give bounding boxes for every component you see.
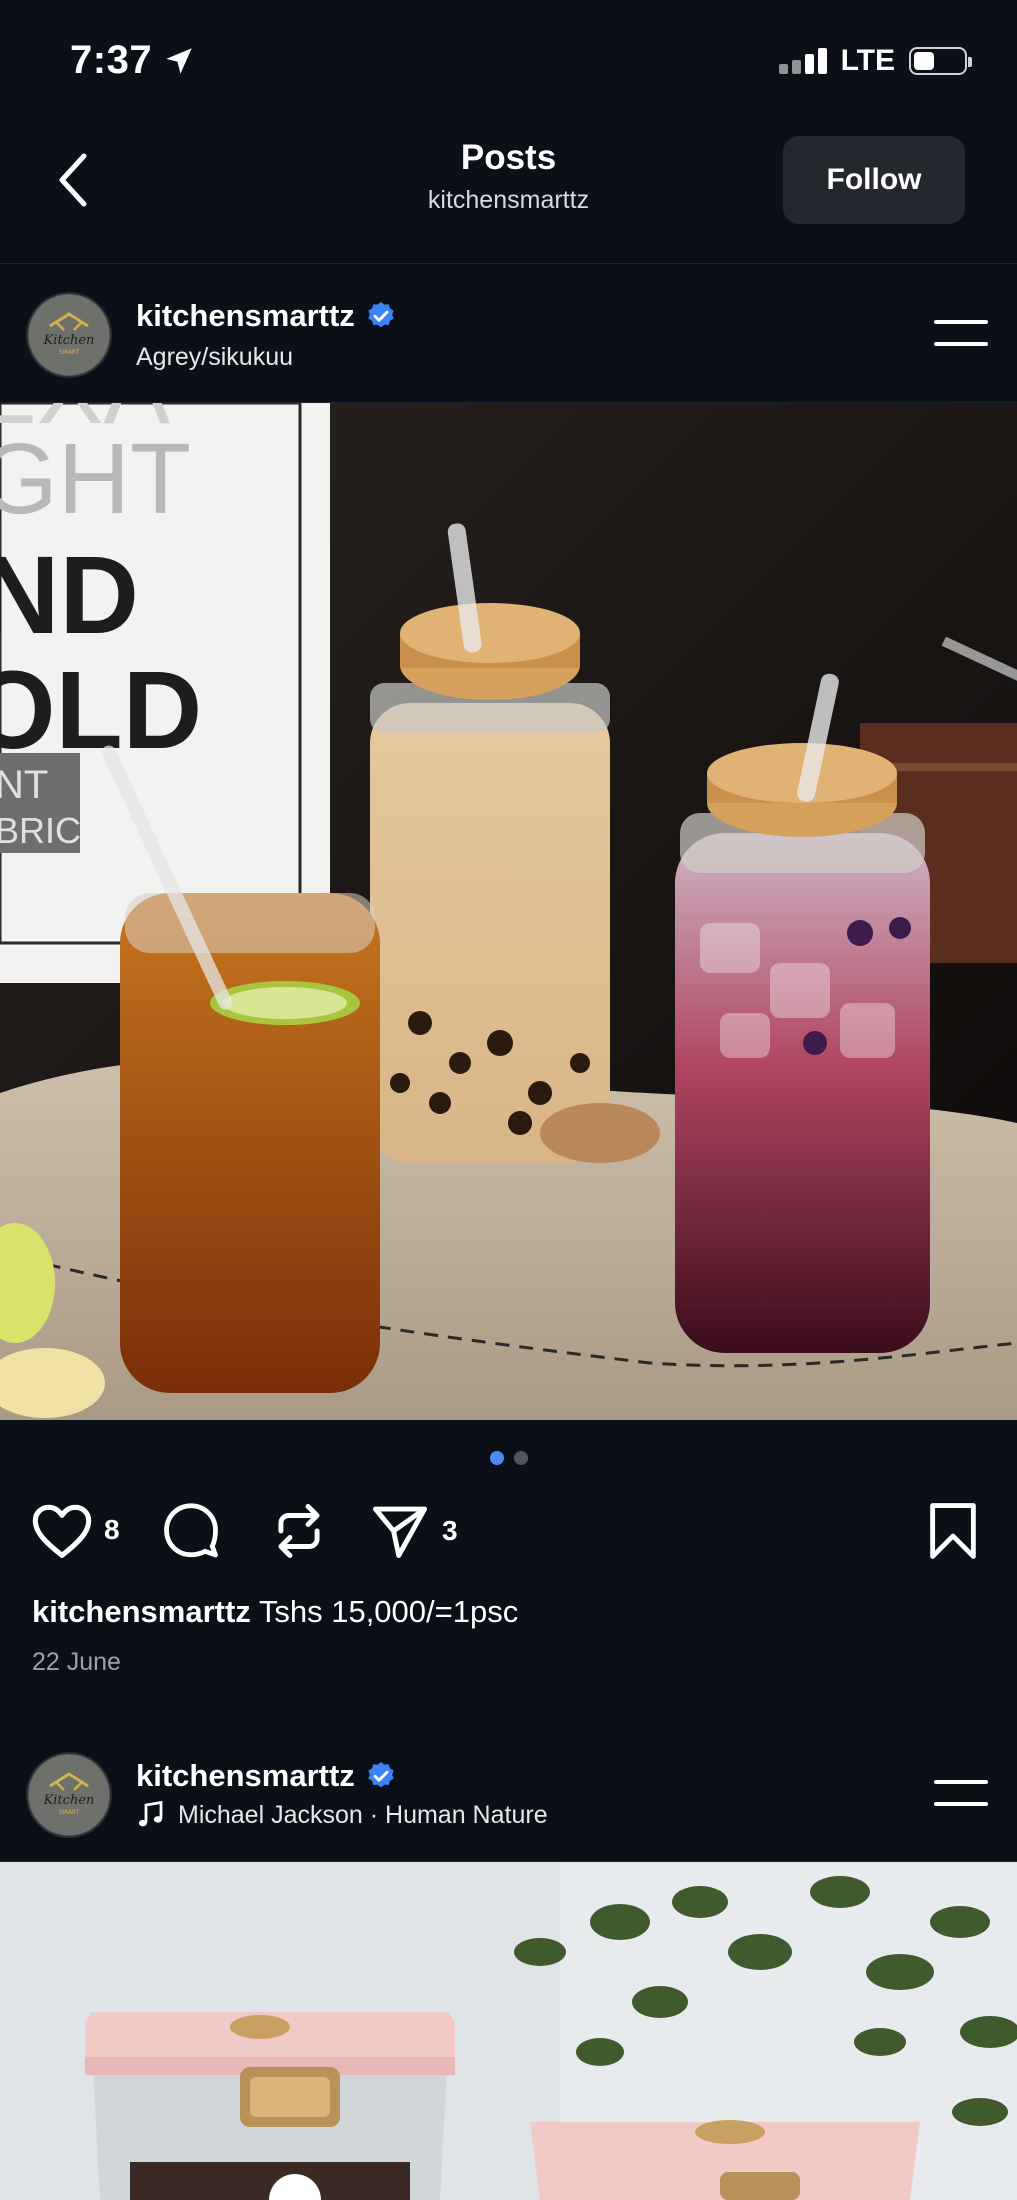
post-menu-icon[interactable] <box>934 1780 988 1810</box>
sign-text-3: ND <box>0 534 139 657</box>
caption-text: Tshs 15,000/=1psc <box>258 1594 519 1629</box>
svg-text:Kitchen: Kitchen <box>43 333 95 348</box>
drinks-photo: EXA GHT ND OLD NT BRIC <box>0 403 1017 1420</box>
post-date: 22 June <box>32 1648 121 1676</box>
sign-text-5: NT <box>0 763 48 807</box>
svg-text:Kitchen: Kitchen <box>43 1793 95 1808</box>
post-username[interactable]: kitchensmarttz <box>136 298 397 334</box>
post-image[interactable]: EXA GHT ND OLD NT BRIC <box>0 403 1017 1420</box>
svg-text:SMART: SMART <box>59 349 80 356</box>
bookmark-icon <box>930 1503 976 1559</box>
battery-icon <box>909 47 972 75</box>
carousel-dot-active <box>489 1451 504 1465</box>
network-label: LTE <box>840 44 895 77</box>
header-divider <box>0 263 1017 264</box>
post-menu-icon[interactable] <box>934 320 988 350</box>
post-music[interactable]: Michael Jackson · Human Nature <box>136 1800 548 1830</box>
status-time: 7:37 <box>70 38 196 83</box>
repost-icon <box>278 1504 320 1558</box>
signal-icon <box>778 48 827 74</box>
post-caption: kitchensmarttz Tshs 15,000/=1psc <box>32 1594 518 1630</box>
avatar[interactable]: Kitchen SMART <box>28 1754 110 1836</box>
svg-text:SMART: SMART <box>59 1809 80 1816</box>
like-count: 8 <box>104 1514 120 1545</box>
heart-icon <box>32 1504 92 1558</box>
sign-text-2: GHT <box>0 423 191 535</box>
location-arrow-icon <box>166 47 192 74</box>
username-text: kitchensmarttz <box>136 1758 355 1793</box>
carousel-indicator <box>0 1451 1017 1465</box>
containers-photo <box>0 1862 1017 2200</box>
send-icon <box>373 1506 427 1558</box>
username-text: kitchensmarttz <box>136 298 355 333</box>
post-subline[interactable]: Agrey/sikukuu <box>136 343 293 372</box>
status-indicators: LTE <box>778 44 972 78</box>
follow-button[interactable]: Follow <box>783 136 965 224</box>
post-image[interactable] <box>0 1862 1017 2200</box>
comment-icon <box>164 1503 218 1558</box>
sign-text-6: BRIC <box>0 810 81 851</box>
carousel-dot <box>513 1451 528 1465</box>
music-label: Michael Jackson · Human Nature <box>178 1800 548 1829</box>
time-text: 7:37 <box>70 38 153 82</box>
post-actions: 8 3 <box>30 1500 990 1560</box>
verified-badge-icon <box>368 1762 394 1788</box>
music-note-icon <box>138 1800 163 1827</box>
repost-button[interactable] <box>268 1500 330 1562</box>
caption-username[interactable]: kitchensmarttz <box>32 1594 251 1629</box>
comment-button[interactable] <box>160 1500 222 1560</box>
kitchen-smart-logo: Kitchen SMART <box>29 1755 109 1835</box>
kitchen-smart-logo: Kitchen SMART <box>29 295 109 375</box>
share-count: 3 <box>442 1515 458 1546</box>
post-username[interactable]: kitchensmarttz <box>136 1758 397 1794</box>
like-button[interactable]: 8 <box>30 1500 120 1560</box>
avatar[interactable]: Kitchen SMART <box>28 294 110 376</box>
share-button[interactable]: 3 <box>368 1500 458 1562</box>
verified-badge-icon <box>368 302 394 328</box>
save-button[interactable] <box>925 1500 981 1562</box>
